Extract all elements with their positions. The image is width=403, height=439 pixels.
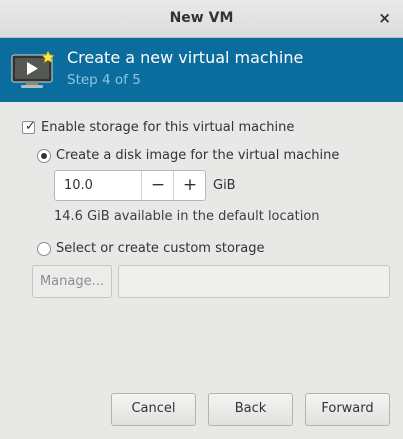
cancel-button[interactable]: Cancel bbox=[111, 393, 196, 426]
virtual-machine-icon bbox=[11, 51, 55, 88]
new-vm-dialog: New VM × Create a new virtual machine St… bbox=[0, 0, 403, 439]
disk-size-spinbutton[interactable]: 10.0 − + bbox=[54, 170, 206, 201]
enable-storage-label[interactable]: Enable storage for this virtual machine bbox=[41, 120, 294, 135]
back-button[interactable]: Back bbox=[208, 393, 293, 426]
custom-storage-path-field[interactable] bbox=[118, 265, 390, 298]
increase-size-button[interactable]: + bbox=[173, 171, 206, 200]
window-title: New VM bbox=[169, 10, 234, 26]
wizard-step: Step 4 of 5 bbox=[67, 72, 141, 88]
wizard-title: Create a new virtual machine bbox=[67, 48, 304, 67]
custom-storage-label[interactable]: Select or create custom storage bbox=[56, 241, 264, 256]
enable-storage-checkbox[interactable]: ✓ bbox=[22, 119, 36, 134]
radio-selected-dot bbox=[41, 153, 47, 159]
title-bar: New VM × bbox=[0, 0, 403, 38]
available-space-text: 14.6 GiB available in the default locati… bbox=[54, 209, 320, 224]
size-unit-label: GiB bbox=[213, 178, 236, 193]
manage-button[interactable]: Manage... bbox=[32, 265, 112, 298]
disk-image-radio[interactable] bbox=[37, 149, 51, 163]
custom-storage-radio[interactable] bbox=[37, 242, 51, 256]
disk-image-label[interactable]: Create a disk image for the virtual mach… bbox=[56, 148, 339, 163]
forward-button[interactable]: Forward bbox=[305, 393, 390, 426]
decrease-size-button[interactable]: − bbox=[141, 171, 174, 200]
checkmark-icon: ✓ bbox=[25, 119, 36, 134]
disk-size-input[interactable]: 10.0 bbox=[64, 178, 93, 193]
close-icon[interactable]: × bbox=[378, 9, 391, 27]
wizard-header: Create a new virtual machine Step 4 of 5 bbox=[0, 38, 403, 102]
